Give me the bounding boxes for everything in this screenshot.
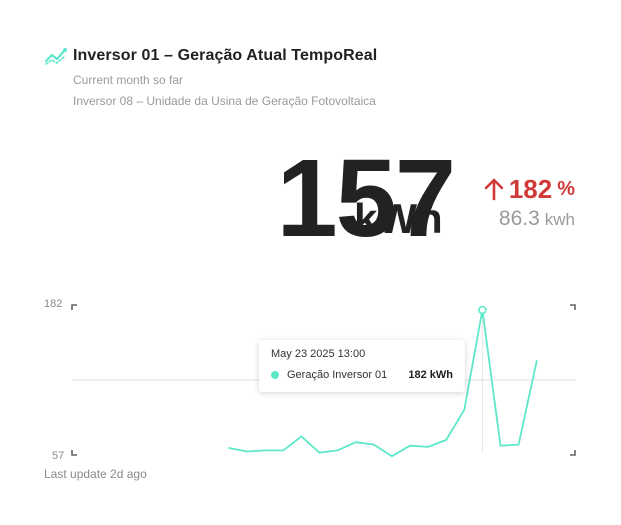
delta-unit: % xyxy=(557,178,575,200)
delta-value: 182 xyxy=(508,174,553,204)
compare-value: 86.3 kwh xyxy=(499,208,575,229)
highlighted-data-point[interactable] xyxy=(478,305,487,315)
chart-corner-mark xyxy=(570,450,576,456)
compare-unit: kwh xyxy=(544,210,575,229)
card-header: Inversor 01 – Geração Atual TempoReal xyxy=(44,46,377,66)
card-subtitle-period: Current month so far xyxy=(73,73,184,87)
chart-tooltip: May 23 2025 13:00 Geração Inversor 01 18… xyxy=(259,340,465,392)
card-title: Inversor 01 – Geração Atual TempoReal xyxy=(73,47,378,64)
chart-corner-mark xyxy=(570,304,576,310)
tooltip-series-name: Geração Inversor 01 xyxy=(287,369,388,381)
trend-line-icon xyxy=(44,48,67,65)
chart-corner-mark xyxy=(71,450,77,456)
card-subtitle-source: Inversor 08 – Unidade da Usina de Geraçã… xyxy=(73,94,376,108)
metric-card: Inversor 01 – Geração Atual TempoReal Cu… xyxy=(0,0,621,525)
last-update-text: Last update 2d ago xyxy=(44,467,147,481)
delta-indicator: 182 % xyxy=(483,176,575,202)
tooltip-date: May 23 2025 13:00 xyxy=(271,348,366,360)
compare-number: 86.3 xyxy=(498,207,540,230)
series-color-dot xyxy=(271,371,279,379)
tooltip-row: Geração Inversor 01 182 kWh xyxy=(271,369,453,381)
tooltip-value: 182 kWh xyxy=(408,369,453,381)
metric-unit: kWh xyxy=(354,195,443,242)
chart-corner-mark xyxy=(71,304,77,310)
arrow-up-icon xyxy=(484,178,504,201)
